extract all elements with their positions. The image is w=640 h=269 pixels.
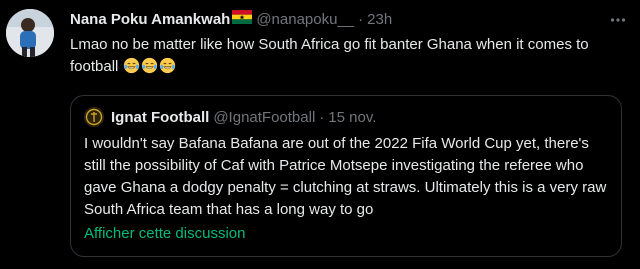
tears-of-joy-emoji	[141, 57, 157, 74]
quoted-tweet-timestamp[interactable]: 15 nov.	[328, 109, 376, 126]
tears-of-joy-emoji	[159, 57, 175, 74]
avatar-photo	[6, 9, 54, 57]
quoted-header-separator: ·	[319, 108, 325, 126]
quoted-author-handle[interactable]: @IgnatFootball	[213, 109, 315, 126]
author-handle[interactable]: @nanapoku__	[256, 10, 354, 30]
author-avatar[interactable]	[6, 9, 54, 57]
quoted-tweet-header: Ignat Football @IgnatFootball · 15 nov.	[111, 106, 376, 128]
quoted-tweet-text: I wouldn't say Bafana Bafana are out of …	[84, 135, 607, 218]
tweet-header: Nana Poku Amankwah @nanapoku__ · 23h	[70, 10, 600, 30]
tweet-body: Lmao no be matter like how South Africa …	[70, 34, 630, 78]
emoji-group	[123, 57, 177, 75]
tweet-timestamp[interactable]: 23h	[367, 10, 392, 30]
quoted-author-avatar[interactable]	[84, 107, 104, 127]
ignat-football-logo	[84, 107, 104, 127]
ghana-flag-icon	[232, 10, 253, 30]
show-thread-link[interactable]: Afficher cette discussion	[84, 223, 245, 245]
header-separator: ·	[358, 11, 364, 28]
tweet-card[interactable]: Nana Poku Amankwah @nanapoku__ · 23h Lma…	[0, 0, 640, 269]
quoted-tweet-card[interactable]: Ignat Football @IgnatFootball · 15 nov. …	[70, 95, 622, 257]
tears-of-joy-emoji	[123, 57, 139, 74]
quoted-author-name[interactable]: Ignat Football	[111, 109, 209, 126]
author-name[interactable]: Nana Poku Amankwah	[70, 10, 230, 30]
more-options-icon[interactable]	[608, 10, 628, 30]
